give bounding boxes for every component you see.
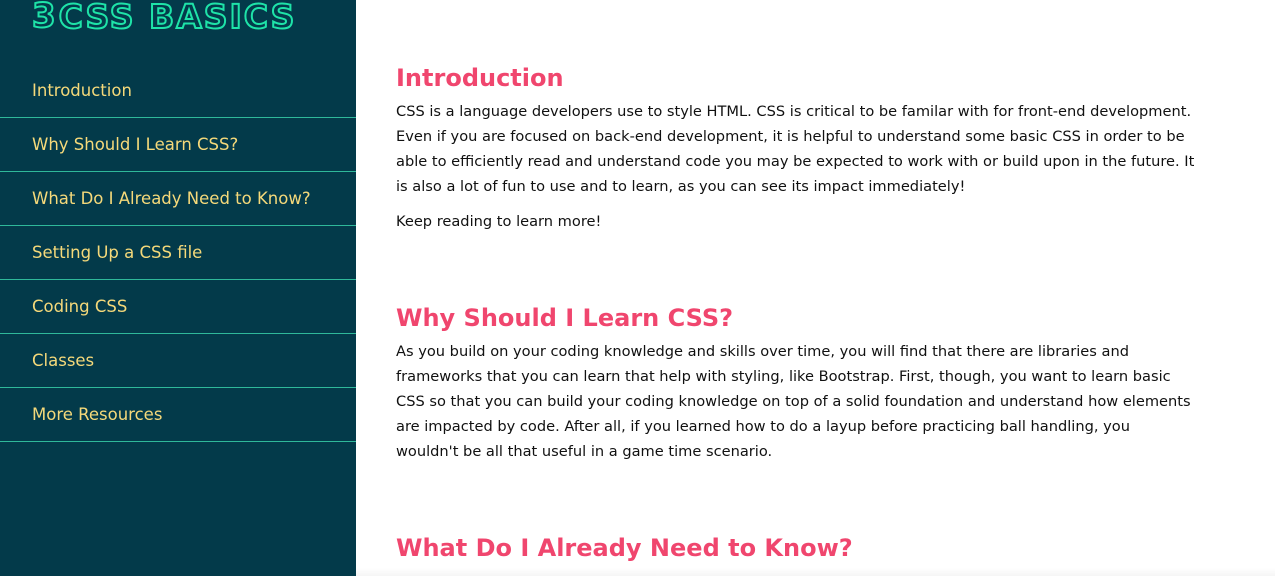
- css3-icon: 3: [31, 0, 57, 36]
- sidebar: 3 CSS BASICS Introduction Why Should I L…: [0, 0, 356, 576]
- bottom-fade: [356, 568, 1275, 576]
- sidebar-item-more-resources[interactable]: More Resources: [0, 388, 356, 442]
- section-title: Why Should I Learn CSS?: [396, 304, 734, 332]
- section-paragraph: CSS is a language developers use to styl…: [396, 103, 1195, 195]
- section-paragraph: As you build on your coding knowledge an…: [396, 343, 1191, 460]
- section-title: Introduction: [396, 64, 564, 92]
- sidebar-item-what-to-know[interactable]: What Do I Already Need to Know?: [0, 172, 356, 226]
- sidebar-nav: Introduction Why Should I Learn CSS? Wha…: [0, 64, 356, 442]
- sidebar-item-setting-up-css-file[interactable]: Setting Up a CSS file: [0, 226, 356, 280]
- section-title: What Do I Already Need to Know?: [396, 534, 853, 562]
- sidebar-item-classes[interactable]: Classes: [0, 334, 356, 388]
- sidebar-item-coding-css[interactable]: Coding CSS: [0, 280, 356, 334]
- section-why-learn-css: Why Should I Learn CSS? As you build on …: [396, 303, 1196, 464]
- section-paragraph: Keep reading to learn more!: [396, 213, 602, 230]
- sidebar-item-why-learn-css[interactable]: Why Should I Learn CSS?: [0, 118, 356, 172]
- section-what-to-know: What Do I Already Need to Know?: [396, 533, 1196, 563]
- site-logo[interactable]: 3 CSS BASICS: [31, 0, 297, 44]
- section-introduction: Introduction CSS is a language developer…: [396, 63, 1196, 234]
- sidebar-item-introduction[interactable]: Introduction: [0, 64, 356, 118]
- logo-text: CSS BASICS: [58, 0, 297, 36]
